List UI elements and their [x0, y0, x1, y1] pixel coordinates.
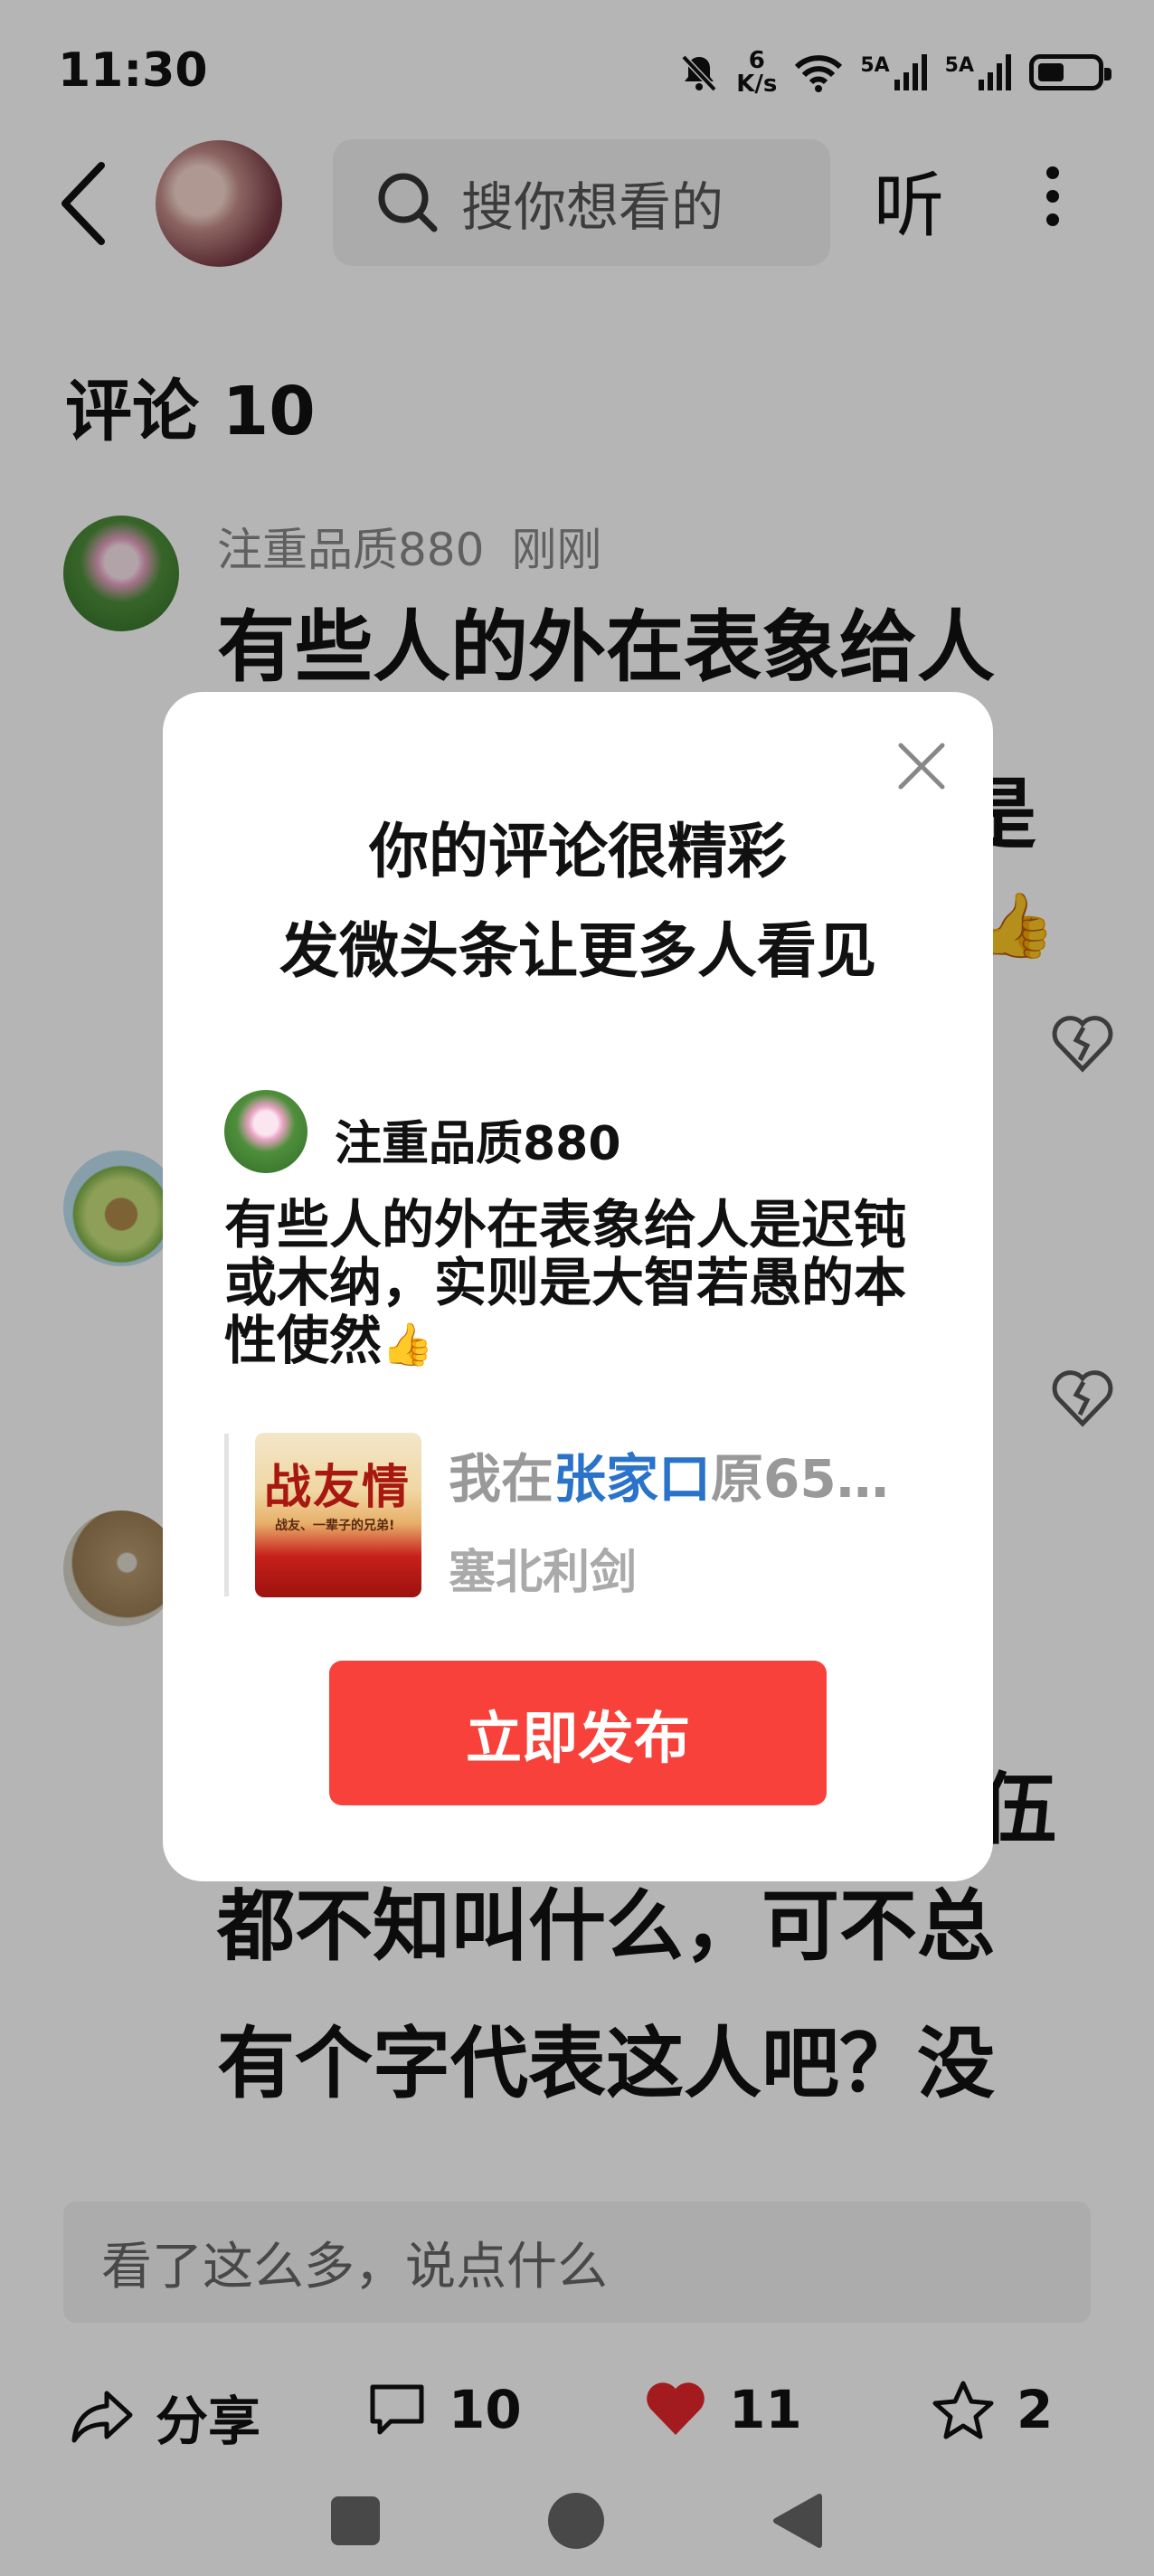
article-title-suffix: 原65… [711, 1448, 889, 1510]
thumb-title: 战友情 [264, 1461, 411, 1515]
dialog-author: 注重品质880 [335, 1117, 621, 1171]
thumb-subtitle: 战友、一辈子的兄弟! [275, 1519, 395, 1533]
thumbs-up-icon: 👍 [382, 1320, 434, 1368]
article-title: 我在张家口原65… [449, 1436, 919, 1512]
article-source: 塞北利剑 [449, 1546, 638, 1600]
article-title-highlight: 张家口 [553, 1448, 712, 1510]
dialog-title-line2: 发微头条让更多人看见 [279, 916, 876, 986]
dialog-comment-text: 有些人的外在表象给人是迟钝或木纳，实则是大智若愚的本性使然 [224, 1194, 907, 1371]
avatar [224, 1090, 307, 1173]
quote-divider [224, 1434, 229, 1596]
dialog-comment: 有些人的外在表象给人是迟钝或木纳，实则是大智若愚的本性使然👍 [224, 1196, 930, 1373]
publish-button[interactable]: 立即发布 [329, 1661, 827, 1805]
dialog-title-line1: 你的评论很精彩 [369, 817, 787, 886]
article-thumbnail: 战友情 战友、一辈子的兄弟! [255, 1433, 421, 1597]
close-icon[interactable] [895, 740, 948, 792]
article-title-prefix: 我在 [449, 1448, 554, 1510]
